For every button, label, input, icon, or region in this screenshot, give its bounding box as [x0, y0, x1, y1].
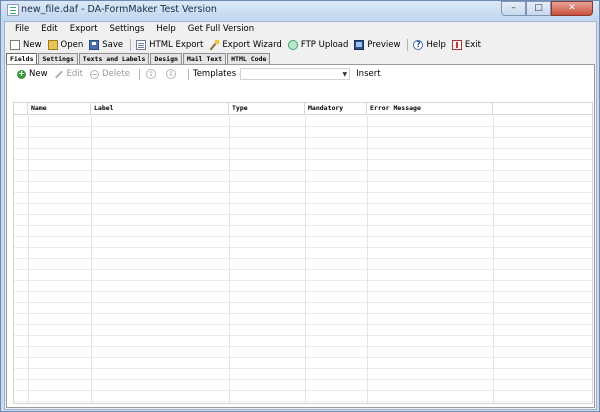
html-export-button[interactable]: HTML Export: [134, 38, 205, 52]
column-header-label[interactable]: Label: [91, 103, 229, 115]
app-window: new_file.daf - DA-FormMaker Test Version…: [0, 0, 600, 412]
monitor-icon: [354, 39, 365, 50]
magic-wand-icon: [209, 39, 220, 50]
save-button[interactable]: Save: [87, 38, 125, 52]
fields-panel: + New Edit Delete ⇧ ⇩ Templates ▼ Insert …: [6, 64, 595, 408]
column-header-name[interactable]: Name: [28, 103, 91, 115]
window-title: new_file.daf - DA-FormMaker Test Version: [21, 4, 217, 15]
grid-divider: [91, 116, 92, 403]
toolbar-separator: [138, 68, 140, 80]
pencil-icon: [55, 70, 64, 79]
column-header-error-message[interactable]: Error Message: [367, 103, 493, 115]
export-wizard-button[interactable]: Export Wizard: [207, 38, 284, 52]
tab-design[interactable]: Design: [150, 53, 182, 64]
fields-toolbar: + New Edit Delete ⇧ ⇩ Templates ▼ Insert: [9, 67, 592, 81]
app-icon: [7, 4, 19, 16]
exit-label: Exit: [464, 39, 481, 50]
floppy-icon: [89, 39, 100, 50]
preview-button[interactable]: Preview: [352, 38, 402, 52]
delete-field-button[interactable]: Delete: [88, 67, 132, 81]
toolbar-separator: [130, 38, 132, 51]
exit-icon: [451, 39, 462, 50]
column-header-filler: [493, 103, 592, 115]
tab-mail-text[interactable]: Mail Text: [182, 53, 227, 64]
save-label: Save: [102, 39, 124, 50]
edit-field-button[interactable]: Edit: [53, 67, 85, 81]
table-body[interactable]: [14, 116, 592, 403]
window-controls: – □ ✕: [501, 1, 593, 16]
grid-divider: [367, 116, 368, 403]
menu-file[interactable]: File: [9, 22, 35, 36]
grid-divider: [493, 116, 494, 403]
column-header-indicator: [14, 103, 28, 115]
move-up-button[interactable]: ⇧: [144, 67, 161, 81]
minimize-button[interactable]: –: [501, 1, 526, 16]
arrow-up-icon: ⇧: [145, 69, 156, 79]
menu-edit[interactable]: Edit: [35, 22, 63, 36]
minus-circle-icon: [90, 69, 100, 79]
maximize-button[interactable]: □: [526, 1, 551, 16]
new-label: New: [23, 39, 42, 50]
add-field-label: New: [29, 69, 48, 79]
menu-bar: File Edit Export Settings Help Get Full …: [5, 22, 596, 36]
preview-label: Preview: [367, 39, 401, 50]
main-toolbar: New Open Save HTML Export Export Wizard …: [5, 37, 596, 52]
folder-icon: [47, 39, 58, 50]
tab-settings[interactable]: Settings: [38, 53, 78, 64]
column-header-type[interactable]: Type: [229, 103, 305, 115]
move-down-button[interactable]: ⇩: [164, 67, 181, 81]
html-document-icon: [136, 39, 147, 50]
open-label: Open: [60, 39, 84, 50]
close-button[interactable]: ✕: [551, 1, 593, 16]
html-export-label: HTML Export: [149, 39, 204, 50]
grid-divider: [28, 116, 29, 403]
menu-settings[interactable]: Settings: [104, 22, 151, 36]
column-header-mandatory[interactable]: Mandatory: [305, 103, 367, 115]
upload-icon: [287, 39, 298, 50]
table-header: Name Label Type Mandatory Error Message: [14, 103, 592, 115]
menu-help[interactable]: Help: [150, 22, 181, 36]
title-bar[interactable]: new_file.daf - DA-FormMaker Test Version…: [1, 1, 599, 20]
tab-html-code[interactable]: HTML Code: [227, 53, 271, 64]
insert-button[interactable]: Insert: [356, 69, 380, 79]
arrow-down-icon: ⇩: [165, 69, 176, 79]
help-icon: ?: [413, 39, 424, 50]
templates-label: Templates: [192, 69, 237, 79]
chevron-down-icon: ▼: [342, 71, 348, 78]
menu-export[interactable]: Export: [64, 22, 104, 36]
client-area: File Edit Export Settings Help Get Full …: [4, 21, 597, 410]
fields-table[interactable]: Name Label Type Mandatory Error Message: [13, 102, 593, 404]
tab-fields[interactable]: Fields: [6, 53, 38, 64]
menu-get-full-version[interactable]: Get Full Version: [182, 22, 260, 36]
new-file-icon: [10, 39, 20, 50]
toolbar-separator: [407, 38, 409, 51]
grid-divider: [305, 116, 306, 403]
edit-field-label: Edit: [66, 69, 84, 79]
ftp-upload-label: FTP Upload: [300, 39, 349, 50]
delete-field-label: Delete: [102, 69, 130, 79]
tab-strip: Fields Settings Texts and Labels Design …: [5, 53, 596, 64]
ftp-upload-button[interactable]: FTP Upload: [286, 38, 351, 52]
toolbar-separator: [187, 68, 189, 80]
plus-icon: +: [17, 68, 26, 79]
grid-divider: [229, 116, 230, 403]
help-label: Help: [426, 39, 446, 50]
help-button[interactable]: ? Help: [411, 38, 447, 52]
new-button[interactable]: New: [8, 38, 44, 52]
tab-texts-and-labels[interactable]: Texts and Labels: [78, 53, 150, 64]
open-button[interactable]: Open: [46, 38, 86, 52]
templates-dropdown[interactable]: ▼: [240, 68, 351, 80]
add-field-button[interactable]: + New: [15, 67, 50, 81]
exit-button[interactable]: Exit: [450, 38, 483, 52]
export-wizard-label: Export Wizard: [222, 39, 282, 50]
